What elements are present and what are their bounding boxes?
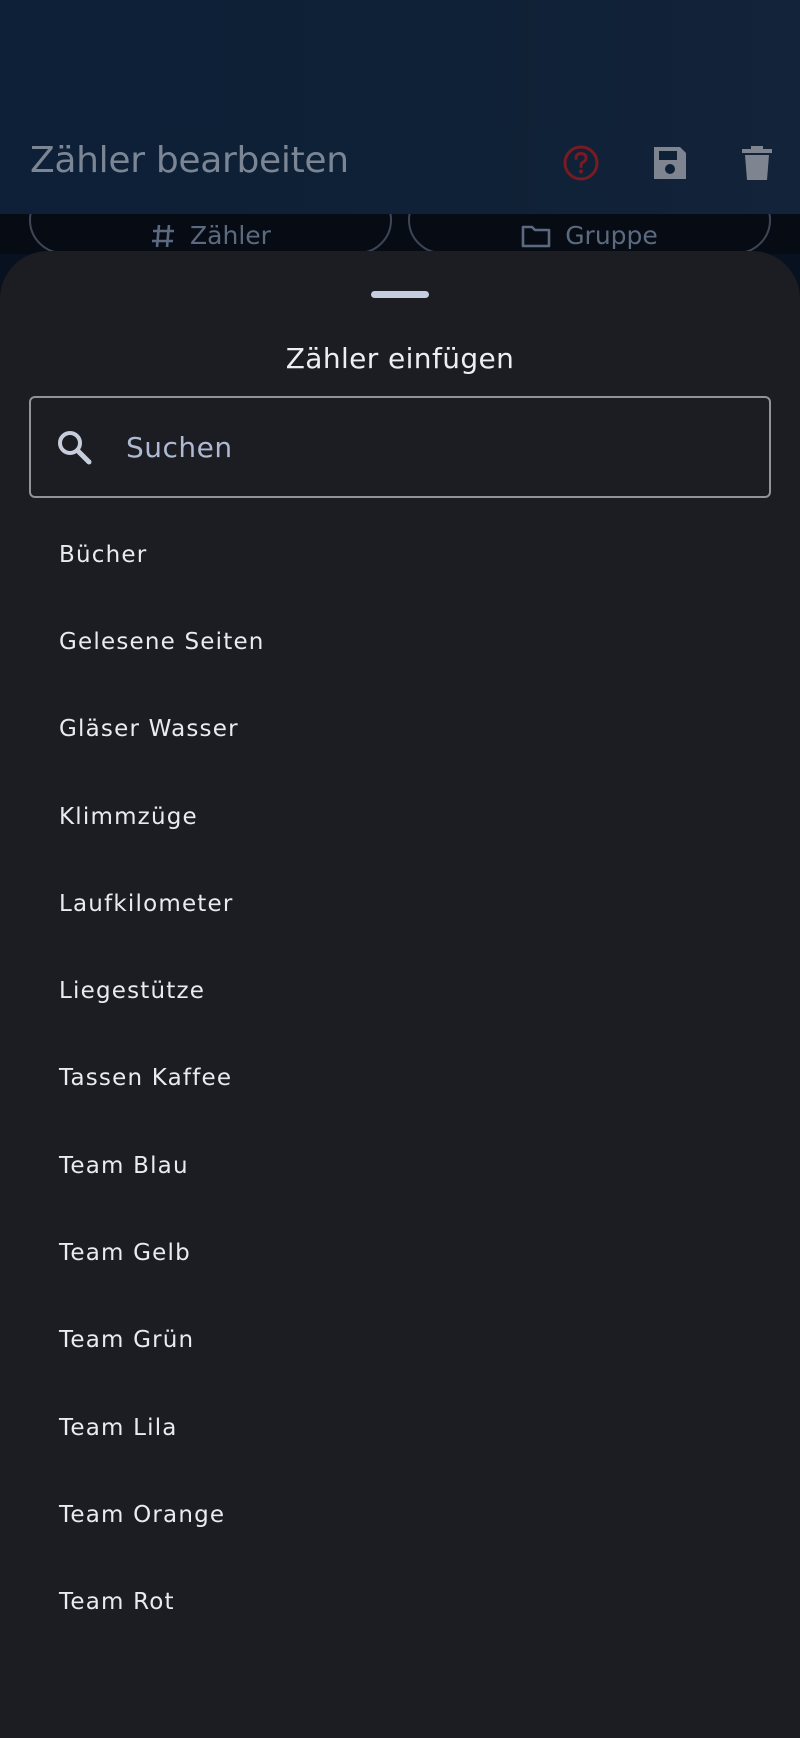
list-item[interactable]: Liegestütze — [0, 947, 800, 1034]
page-title: Zähler bearbeiten — [30, 140, 349, 181]
hash-icon — [152, 224, 175, 247]
list-item[interactable]: Team Rot — [0, 1559, 800, 1646]
help-circle-icon[interactable] — [561, 143, 601, 183]
counter-list: Bücher Gelesene Seiten Gläser Wasser Kli… — [0, 511, 800, 1646]
list-item[interactable]: Team Grün — [0, 1297, 800, 1384]
list-item[interactable]: Team Blau — [0, 1122, 800, 1209]
list-item[interactable]: Tassen Kaffee — [0, 1035, 800, 1122]
list-item[interactable]: Gläser Wasser — [0, 686, 800, 773]
drag-handle[interactable] — [371, 291, 429, 298]
list-item[interactable]: Team Gelb — [0, 1209, 800, 1296]
save-icon[interactable] — [650, 143, 690, 183]
delete-icon[interactable] — [737, 143, 777, 183]
search-icon — [58, 431, 92, 465]
list-item[interactable]: Laufkilometer — [0, 860, 800, 947]
folder-icon — [521, 225, 551, 247]
segment-group-button[interactable]: Gruppe — [408, 214, 771, 254]
bottom-sheet: Zähler einfügen Bücher Gelesene Seiten G… — [0, 251, 800, 1738]
list-item[interactable]: Bücher — [0, 511, 800, 598]
segment-counter-button[interactable]: Zähler — [29, 214, 392, 254]
list-item[interactable]: Gelesene Seiten — [0, 598, 800, 685]
segment-counter-label: Zähler — [190, 221, 271, 250]
segmented-control: Zähler Gruppe — [0, 214, 800, 254]
list-item[interactable]: Team Lila — [0, 1384, 800, 1471]
search-input[interactable] — [126, 398, 746, 496]
search-field[interactable] — [29, 396, 771, 498]
sheet-title: Zähler einfügen — [285, 342, 515, 375]
segment-group-label: Gruppe — [565, 221, 658, 250]
list-item[interactable]: Team Orange — [0, 1471, 800, 1558]
app-bar: Zähler bearbeiten — [0, 0, 800, 214]
list-item[interactable]: Klimmzüge — [0, 773, 800, 860]
